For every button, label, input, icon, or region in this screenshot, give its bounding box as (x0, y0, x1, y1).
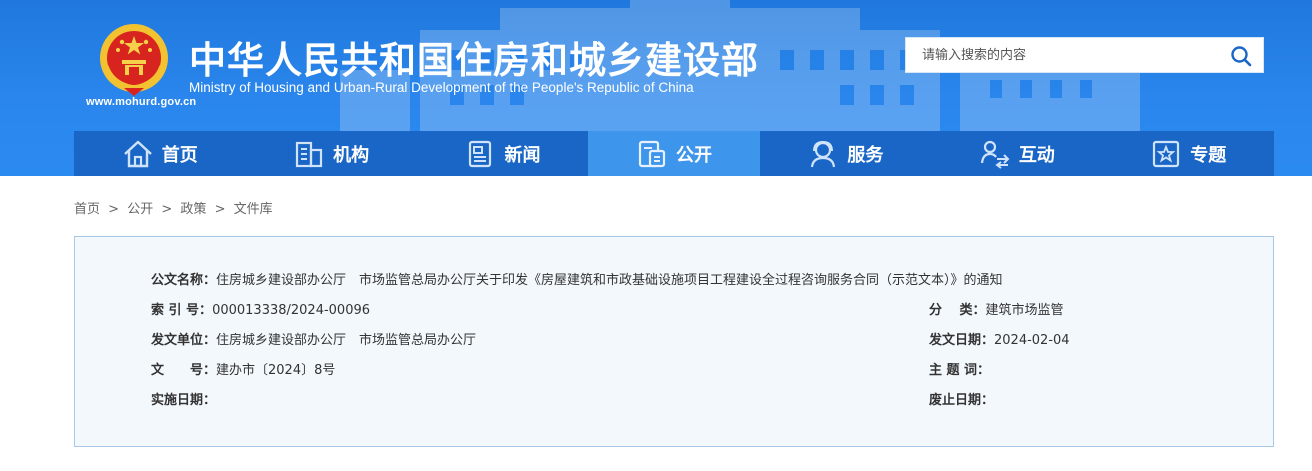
doc-index-row: 索 引 号：000013338/2024-00096 (151, 299, 370, 318)
nav-item-service[interactable]: 服务 (760, 131, 931, 176)
nav-item-organization[interactable]: 机构 (245, 131, 416, 176)
doc-date-row: 发文日期：2024-02-04 (929, 329, 1070, 348)
doc-date-label: 发文日期： (929, 333, 995, 348)
doc-index-value: 000013338/2024-00096 (212, 303, 371, 318)
breadcrumb-public[interactable]: 公开 (127, 202, 153, 217)
nav-item-label: 互动 (1018, 144, 1055, 166)
breadcrumb-separator: > (161, 202, 173, 217)
doc-number-value: 建办市〔2024〕8号 (216, 363, 336, 378)
doc-category-value: 建筑市场监管 (985, 303, 1064, 318)
breadcrumb-separator: > (214, 202, 226, 217)
doc-issuer-row: 发文单位：住房城乡建设部办公厅 市场监管总局办公厅 (151, 329, 476, 348)
nav-item-label: 专题 (1190, 144, 1227, 166)
doc-effective-label: 实施日期： (151, 393, 217, 408)
breadcrumb-policy[interactable]: 政策 (180, 202, 206, 217)
nav-item-home[interactable]: 首页 (74, 131, 245, 176)
doc-name-row: 公文名称：住房城乡建设部办公厅 市场监管总局办公厅关于印发《房屋建筑和市政基础设… (151, 269, 1003, 288)
site-subtitle: Ministry of Housing and Urban-Rural Deve… (189, 80, 694, 95)
breadcrumb-separator: > (108, 202, 120, 217)
breadcrumb-home[interactable]: 首页 (74, 202, 100, 217)
nav-item-interaction[interactable]: 互动 (931, 131, 1102, 176)
doc-category-label: 分 类： (929, 303, 986, 318)
site-header: www.mohurd.gov.cn 中华人民共和国住房和城乡建设部 Minist… (0, 0, 1312, 176)
nav-item-label: 服务 (847, 144, 884, 166)
document-info-panel: 公文名称：住房城乡建设部办公厅 市场监管总局办公厅关于印发《房屋建筑和市政基础设… (74, 236, 1274, 447)
doc-name-label: 公文名称： (151, 273, 217, 288)
main-nav: 首页 机构 新闻 公开 服务 互动 专题 (74, 131, 1274, 176)
doc-effective-row: 实施日期： (151, 389, 216, 408)
doc-date-value: 2024-02-04 (994, 333, 1070, 348)
doc-issuer-value: 住房城乡建设部办公厅 市场监管总局办公厅 (216, 333, 477, 348)
doc-name-value: 住房城乡建设部办公厅 市场监管总局办公厅关于印发《房屋建筑和市政基础设施项目工程… (216, 273, 1003, 288)
doc-number-row: 文 号：建办市〔2024〕8号 (151, 359, 335, 378)
topic-icon (1150, 139, 1182, 169)
building-icon (293, 139, 325, 169)
breadcrumb-library[interactable]: 文件库 (234, 202, 273, 217)
interact-icon (979, 139, 1011, 169)
breadcrumb: 首页 > 公开 > 政策 > 文件库 (74, 198, 273, 217)
nav-item-label: 新闻 (504, 144, 541, 166)
doc-issuer-label: 发文单位： (151, 333, 217, 348)
nav-item-news[interactable]: 新闻 (417, 131, 588, 176)
doc-expire-row: 废止日期： (929, 389, 994, 408)
doc-keywords-row: 主 题 词： (929, 359, 990, 378)
news-icon (465, 139, 497, 169)
search-box (905, 37, 1264, 73)
national-emblem-logo (100, 24, 168, 96)
search-icon[interactable] (1229, 44, 1253, 68)
nav-item-label: 机构 (333, 144, 370, 166)
site-domain: www.mohurd.gov.cn (86, 96, 197, 108)
site-title: 中华人民共和国住房和城乡建设部 (189, 39, 759, 82)
service-icon (807, 139, 839, 169)
nav-item-topics[interactable]: 专题 (1103, 131, 1274, 176)
home-icon (122, 139, 154, 169)
search-input[interactable] (906, 38, 1216, 72)
doc-keywords-label: 主 题 词： (929, 363, 991, 378)
nav-item-label: 公开 (675, 144, 712, 166)
document-icon (636, 139, 668, 169)
doc-category-row: 分 类：建筑市场监管 (929, 299, 1064, 318)
doc-expire-label: 废止日期： (929, 393, 995, 408)
doc-index-label: 索 引 号： (151, 303, 213, 318)
doc-number-label: 文 号： (151, 363, 217, 378)
nav-item-label: 首页 (161, 144, 198, 166)
nav-item-public[interactable]: 公开 (588, 131, 760, 176)
